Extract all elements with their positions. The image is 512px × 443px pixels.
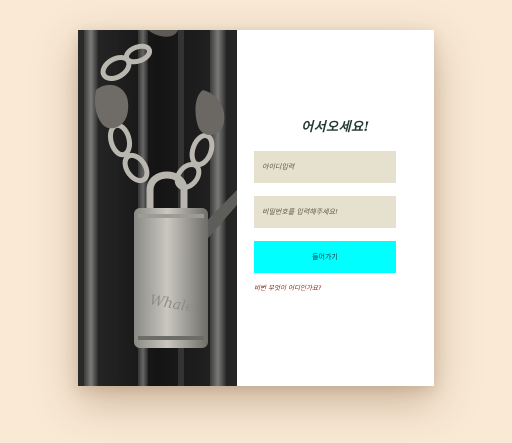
username-input[interactable] <box>254 151 396 183</box>
login-card: Whale 어서오세요! 들어가기 비번 무엇이 어디인가요? <box>78 30 434 386</box>
login-button[interactable]: 들어가기 <box>254 241 396 273</box>
padlock-chain-photo: Whale <box>78 30 237 386</box>
login-form: 어서오세요! 들어가기 비번 무엇이 어디인가요? <box>237 30 434 386</box>
page-title: 어서오세요! <box>301 120 370 135</box>
forgot-password-link[interactable]: 비번 무엇이 어디인가요? <box>254 282 321 292</box>
password-input[interactable] <box>254 196 396 228</box>
